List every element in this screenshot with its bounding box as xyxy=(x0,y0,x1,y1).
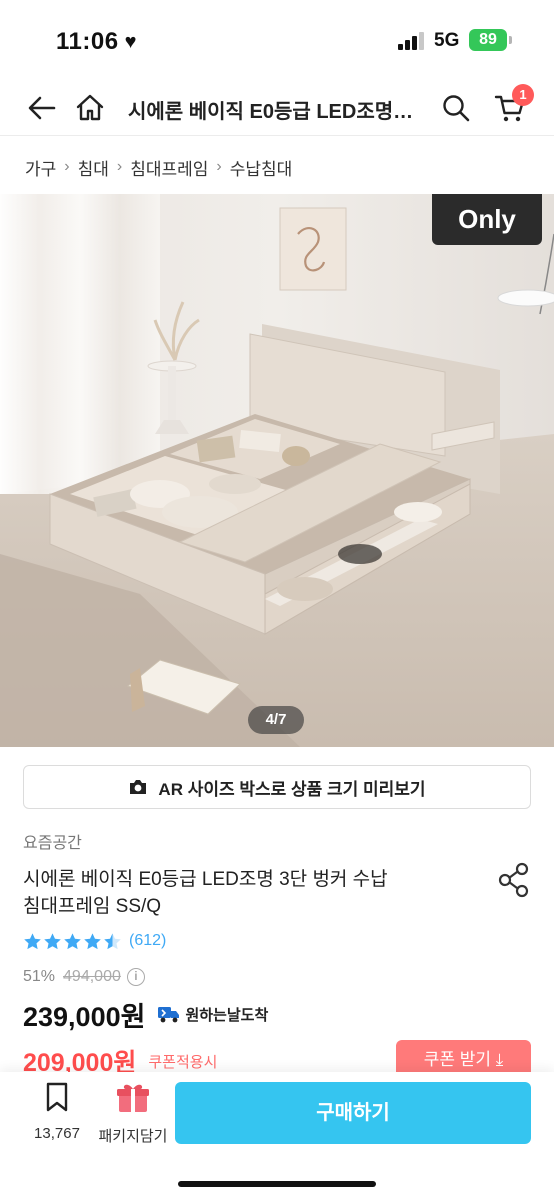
battery-icon: 89 xyxy=(469,29,507,51)
star-icon xyxy=(64,932,81,949)
add-to-package-button[interactable]: 패키지담기 xyxy=(96,1082,170,1156)
status-bar: 11:06 ♥ 5G 89 xyxy=(0,0,554,80)
delivery-tag: 원하는날도착 xyxy=(157,1004,268,1025)
image-page-indicator: 4/7 xyxy=(248,706,304,734)
app-header: 시에론 베이직 E0등급 LED조명 3단 벙커 수납 침대프레임 SS/Q xyxy=(0,80,554,136)
coupon-label: 쿠폰적용시 xyxy=(148,1053,218,1071)
cart-count-badge: 1 xyxy=(512,84,534,106)
product-title-line1: 시에론 베이직 E0등급 LED조명 3단 벙커 수납 xyxy=(23,869,388,890)
sale-price: 239,000원 xyxy=(23,1001,146,1032)
camera-icon xyxy=(130,780,147,794)
network-type: 5G xyxy=(434,30,460,51)
breadcrumb-item-bed[interactable]: 침대 xyxy=(78,155,109,180)
buy-button[interactable]: 구매하기 xyxy=(175,1082,531,1144)
star-half-icon xyxy=(104,932,121,949)
home-button[interactable] xyxy=(70,88,110,128)
bookmark-button[interactable]: 13,767 xyxy=(25,1082,89,1156)
delivery-label: 원하는날도착 xyxy=(185,1006,269,1024)
download-icon: ⤓ xyxy=(495,1050,504,1069)
chevron-right-icon: › xyxy=(116,158,123,175)
ar-preview-label: AR 사이즈 박스로 상품 크기 미리보기 xyxy=(158,779,426,799)
star-icon xyxy=(44,932,61,949)
battery-level: 89 xyxy=(479,31,497,48)
search-icon xyxy=(443,95,470,122)
status-time: 11:06 ♥ xyxy=(56,28,137,56)
discount-row: 51% 494,000 i xyxy=(23,966,145,988)
breadcrumb: 가구 › 침대 › 침대프레임 › 수납침대 xyxy=(25,155,292,179)
star-icon xyxy=(84,932,101,949)
brand-name[interactable]: 요즘공간 xyxy=(23,829,82,853)
ar-preview-button[interactable]: AR 사이즈 박스로 상품 크기 미리보기 xyxy=(23,765,531,809)
rating[interactable]: (612) xyxy=(23,930,166,952)
get-coupon-label: 쿠폰 받기 xyxy=(423,1050,492,1069)
share-icon xyxy=(498,862,529,898)
signal-icon xyxy=(398,32,426,50)
discount-rate: 51% xyxy=(23,968,56,985)
review-count[interactable]: (612) xyxy=(129,932,166,950)
battery-cap xyxy=(509,36,512,44)
share-button[interactable] xyxy=(497,862,531,898)
chevron-right-icon: › xyxy=(64,158,70,175)
status-time-text: 11:06 xyxy=(56,28,119,55)
star-icon xyxy=(24,932,41,949)
price-row: 239,000원 원하는날도착 xyxy=(23,996,268,1032)
original-price: 494,000 xyxy=(63,968,121,985)
product-title: 시에론 베이직 E0등급 LED조명 3단 벙커 수납 침대프레임 SS/Q xyxy=(23,866,463,920)
product-title-line2: 침대프레임 SS/Q xyxy=(23,896,162,917)
search-button[interactable] xyxy=(436,88,476,128)
gift-box-icon xyxy=(117,1084,149,1112)
bottom-action-bar: 13,767 패키지담기 구매하기 xyxy=(0,1072,554,1200)
home-icon xyxy=(76,94,104,121)
back-arrow-icon xyxy=(28,96,56,120)
delivery-truck-icon xyxy=(158,1007,180,1023)
page-title: 시에론 베이직 E0등급 LED조명 3단 벙커 수납 침대프레임 SS/Q xyxy=(128,101,418,123)
bookmark-count: 13,767 xyxy=(34,1125,80,1142)
breadcrumb-item-furniture[interactable]: 가구 xyxy=(25,155,56,180)
back-button[interactable] xyxy=(22,88,62,128)
product-photo xyxy=(0,194,554,747)
add-to-package-label: 패키지담기 xyxy=(98,1128,168,1145)
home-indicator xyxy=(178,1181,376,1187)
breadcrumb-item-storage-bed[interactable]: 수납침대 xyxy=(230,155,293,180)
info-icon[interactable]: i xyxy=(126,968,145,986)
heart-icon: ♥ xyxy=(124,31,137,53)
only-badge: Only xyxy=(432,194,542,245)
product-image-carousel[interactable]: Only 4/7 xyxy=(0,194,554,747)
chevron-right-icon: › xyxy=(216,158,222,175)
breadcrumb-item-bed-frame[interactable]: 침대프레임 xyxy=(130,155,208,180)
bookmark-icon xyxy=(46,1082,68,1112)
